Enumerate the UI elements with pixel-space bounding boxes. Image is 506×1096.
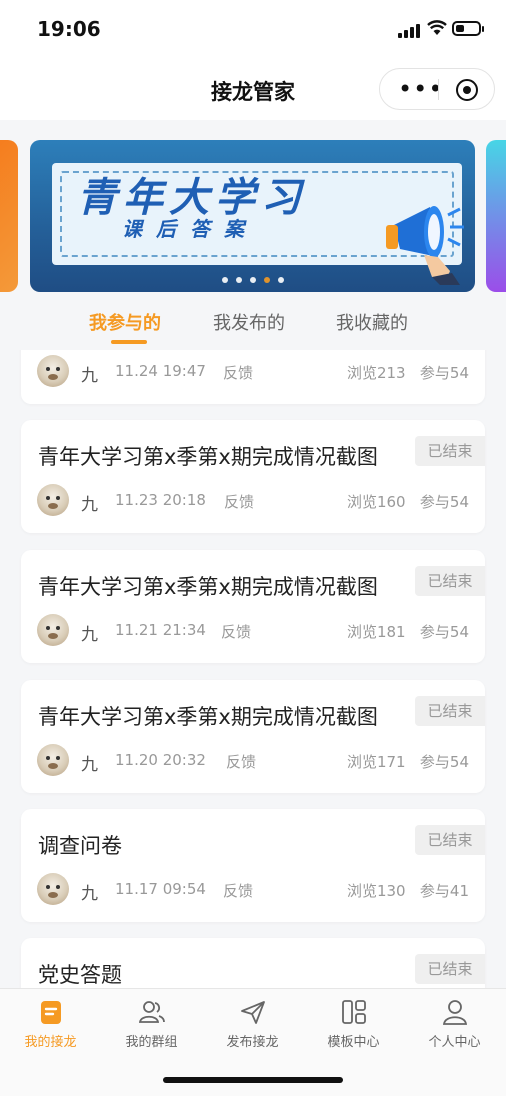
author-name: 九 [81, 495, 98, 515]
tab-active-indicator [111, 340, 147, 344]
author-name: 九 [81, 625, 98, 645]
tabbar-label: 模板中心 [327, 1035, 380, 1050]
status-badge: 已结束 [415, 566, 485, 596]
post-time: 11.23 20:18 [115, 491, 206, 509]
tabbar-label: 发布接龙 [226, 1035, 279, 1050]
group-icon [138, 1001, 165, 1023]
list-icon [40, 1001, 61, 1024]
list-item[interactable]: 青年大学习第x季第x期完成情况截图 已结束 九 11.20 20:32 反馈 浏… [21, 680, 485, 793]
avatar [37, 484, 69, 516]
stats: 浏览171 参与54 [347, 751, 469, 772]
join-count: 参与54 [419, 753, 469, 771]
list-item[interactable]: 调查问卷 已结束 九 11.17 09:54 反馈 浏览130 参与41 [21, 809, 485, 922]
feedback-link[interactable]: 反馈 [221, 621, 251, 642]
card-title: 青年大学习第x季第x期完成情况截图 [38, 445, 378, 469]
tabbar-label: 我的接龙 [24, 1035, 77, 1050]
template-icon [341, 1000, 366, 1024]
tabbar-label: 我的群组 [125, 1035, 178, 1050]
author-name: 九 [81, 884, 98, 904]
more-icon[interactable]: ••• [398, 77, 443, 101]
tabbar-item-my-jielong[interactable]: 我的接龙 [0, 998, 101, 1050]
list-item[interactable]: 党史答题 已结束 [21, 938, 485, 988]
view-count: 浏览130 [346, 882, 406, 900]
tabbar-item-templates[interactable]: 模板中心 [303, 998, 404, 1050]
join-count: 参与54 [419, 364, 469, 382]
stats: 浏览213 参与54 [347, 362, 469, 383]
author-name: 九 [81, 366, 98, 386]
view-count: 浏览213 [346, 364, 406, 382]
card-title: 青年大学习第x季第x期完成情况截图 [38, 575, 378, 599]
status-badge: 已结束 [415, 436, 485, 466]
mini-program-capsule: ••• [379, 68, 495, 110]
list-item[interactable]: 九 11.24 19:47 反馈 浏览213 参与54 [21, 350, 485, 404]
list-item[interactable]: 青年大学习第x季第x期完成情况截图 已结束 九 11.23 20:18 反馈 浏… [21, 420, 485, 533]
card-title: 青年大学习第x季第x期完成情况截图 [38, 705, 378, 729]
feedback-link[interactable]: 反馈 [223, 362, 253, 383]
megaphone-icon [386, 206, 464, 285]
avatar [37, 744, 69, 776]
join-count: 参与54 [419, 623, 469, 641]
post-time: 11.20 20:32 [115, 751, 206, 769]
avatar [37, 614, 69, 646]
author-name: 九 [81, 755, 98, 775]
view-count: 浏览181 [346, 623, 406, 641]
home-indicator [163, 1077, 343, 1083]
close-miniprogram-icon[interactable] [456, 79, 478, 101]
battery-icon [452, 21, 484, 36]
banner-prev-peek[interactable] [0, 140, 18, 292]
tab-favorited[interactable]: 我收藏的 [336, 309, 408, 335]
feedback-link[interactable]: 反馈 [224, 491, 254, 512]
banner-next-peek[interactable] [486, 140, 506, 292]
avatar [37, 355, 69, 387]
tab-bar-top: 我参与的 我发布的 我收藏的 [0, 300, 506, 350]
capsule-divider [438, 79, 439, 100]
signal-icon [398, 22, 420, 38]
jielong-list: 九 11.24 19:47 反馈 浏览213 参与54 青年大学习第x季第x期完… [0, 350, 506, 988]
status-badge: 已结束 [415, 954, 485, 984]
post-time: 11.17 09:54 [115, 880, 206, 898]
wifi-icon [427, 20, 447, 35]
avatar [37, 873, 69, 905]
tabbar-item-profile[interactable]: 个人中心 [404, 998, 505, 1050]
feedback-link[interactable]: 反馈 [226, 751, 256, 772]
banner-subtitle: 课后答案 [122, 217, 258, 241]
carousel-indicator [222, 277, 284, 283]
stats: 浏览130 参与41 [347, 880, 469, 901]
post-time: 11.21 21:34 [115, 621, 206, 639]
person-icon [442, 1000, 467, 1025]
banner-carousel: 青年大学习 课后答案 [0, 120, 506, 300]
status-bar: 19:06 [0, 0, 506, 60]
tab-participated[interactable]: 我参与的 [89, 309, 161, 335]
status-time: 19:06 [37, 17, 101, 41]
banner-slide[interactable]: 青年大学习 课后答案 [30, 140, 475, 292]
feedback-link[interactable]: 反馈 [223, 880, 253, 901]
status-badge: 已结束 [415, 825, 485, 855]
list-item[interactable]: 青年大学习第x季第x期完成情况截图 已结束 九 11.21 21:34 反馈 浏… [21, 550, 485, 663]
view-count: 浏览160 [346, 493, 406, 511]
stats: 浏览181 参与54 [347, 621, 469, 642]
nav-bar: 接龙管家 ••• [0, 60, 506, 120]
tabbar-item-my-groups[interactable]: 我的群组 [101, 998, 202, 1050]
tabbar-label: 个人中心 [428, 1035, 481, 1050]
join-count: 参与41 [419, 882, 469, 900]
send-icon [240, 1001, 265, 1024]
card-title: 调查问卷 [38, 834, 122, 858]
view-count: 浏览171 [346, 753, 406, 771]
card-title: 党史答题 [38, 963, 122, 987]
tab-published[interactable]: 我发布的 [213, 309, 285, 335]
stats: 浏览160 参与54 [347, 491, 469, 512]
post-time: 11.24 19:47 [115, 362, 206, 380]
tabbar-item-publish[interactable]: 发布接龙 [202, 998, 303, 1050]
join-count: 参与54 [419, 493, 469, 511]
status-badge: 已结束 [415, 696, 485, 726]
